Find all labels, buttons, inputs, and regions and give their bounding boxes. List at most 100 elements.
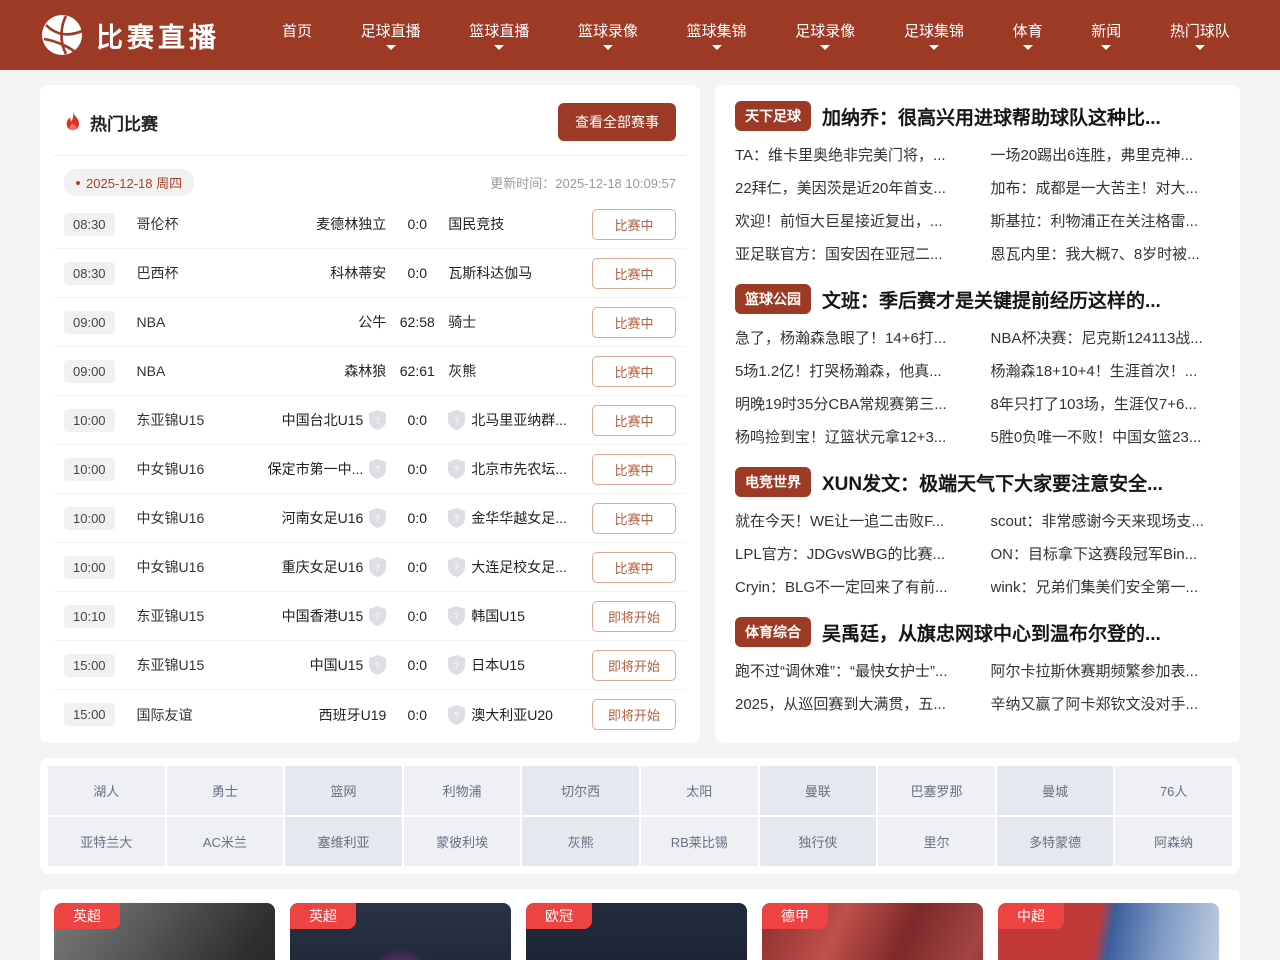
team-tag[interactable]: 利物浦 xyxy=(404,766,521,815)
news-link[interactable]: 2025，从巡回赛到大满贯，五... xyxy=(735,688,965,721)
team-tag[interactable]: 蒙彼利埃 xyxy=(404,817,521,866)
news-link[interactable]: 欢迎！前恒大巨星接近复出，... xyxy=(735,205,965,238)
date-badge[interactable]: 2025-12-18 周四 xyxy=(64,169,194,196)
nav-item[interactable]: 体育 xyxy=(1013,20,1043,50)
video-card[interactable]: 德甲 xyxy=(762,903,983,960)
video-card[interactable]: 英超 xyxy=(290,903,511,960)
news-category-badge[interactable]: 电竞世界 xyxy=(735,467,811,497)
match-status-button[interactable]: 比赛中 xyxy=(592,405,676,436)
news-link[interactable]: 8年只打了103场，生涯仅7+6... xyxy=(991,388,1221,421)
team-tag[interactable]: 巴塞罗那 xyxy=(878,766,995,815)
match-status-button[interactable]: 比赛中 xyxy=(592,454,676,485)
news-link[interactable]: Cryin：BLG不一定回来了有前... xyxy=(735,571,965,604)
match-row[interactable]: 10:10 东亚锦U15 中国香港U15 ? 0:0 ? 韩国U15 即将开始 xyxy=(54,592,686,641)
news-link[interactable]: 一场20踢出6连胜，弗里克神... xyxy=(991,139,1221,172)
match-row[interactable]: 15:00 国际友谊 西班牙U19 ? 0:0 ? 澳大利亚U20 即将开始 xyxy=(54,690,686,739)
away-team-name: 澳大利亚U20 xyxy=(471,705,553,725)
team-tag[interactable]: 里尔 xyxy=(878,817,995,866)
match-row[interactable]: 09:00 NBA 森林狼 ? 62:61 ? 灰熊 比赛中 xyxy=(54,347,686,396)
video-card[interactable]: 英超 xyxy=(54,903,275,960)
news-link[interactable]: 就在今天！WE让一追二击败F... xyxy=(735,505,965,538)
team-tag[interactable]: AC米兰 xyxy=(167,817,284,866)
home-team: 重庆女足U16 ? xyxy=(255,557,387,577)
match-row[interactable]: 09:00 NBA 公牛 ? 62:58 ? 骑士 比赛中 xyxy=(54,298,686,347)
nav-item[interactable]: 篮球录像 xyxy=(578,20,638,50)
news-link[interactable]: 辛纳又赢了阿卡郑钦文没对手... xyxy=(991,688,1221,721)
news-headline-link[interactable]: 吴禹廷，从旗忠网球中心到温布尔登的... xyxy=(822,619,1161,646)
nav-item[interactable]: 足球集锦 xyxy=(904,20,964,50)
match-row[interactable]: 10:00 中女锦U16 保定市第一中... ? 0:0 ? 北京市先农坛...… xyxy=(54,445,686,494)
team-tag[interactable]: 塞维利亚 xyxy=(285,817,402,866)
match-league: 东亚锦U15 xyxy=(137,410,255,430)
match-status-button[interactable]: 即将开始 xyxy=(592,699,676,730)
team-tag[interactable]: 亚特兰大 xyxy=(48,817,165,866)
nav-item[interactable]: 足球录像 xyxy=(795,20,855,50)
match-status-button[interactable]: 比赛中 xyxy=(592,356,676,387)
news-link[interactable]: 跑不过“调休难”：“最快女护士”... xyxy=(735,655,965,688)
news-link[interactable]: LPL官方：JDGvsWBG的比赛... xyxy=(735,538,965,571)
news-link[interactable]: wink：兄弟们集美们安全第一... xyxy=(991,571,1221,604)
match-row[interactable]: 10:00 东亚锦U15 中国台北U15 ? 0:0 ? 北马里亚纳群... 比… xyxy=(54,396,686,445)
news-headline-link[interactable]: 加纳乔：很高兴用进球帮助球队这种比... xyxy=(822,103,1161,130)
team-tag[interactable]: 独行侠 xyxy=(760,817,877,866)
team-tag[interactable]: 76人 xyxy=(1115,766,1232,815)
match-status-button[interactable]: 比赛中 xyxy=(592,258,676,289)
nav-item[interactable]: 篮球直播 xyxy=(469,20,529,50)
team-tag[interactable]: 阿森纳 xyxy=(1115,817,1232,866)
nav-item[interactable]: 新闻 xyxy=(1091,20,1121,50)
news-headline-link[interactable]: XUN发文：极端天气下大家要注意安全... xyxy=(822,469,1163,496)
match-status-button[interactable]: 比赛中 xyxy=(592,552,676,583)
news-link[interactable]: 加布：成都是一大苦主！对大... xyxy=(991,172,1221,205)
news-link[interactable]: 明晚19时35分CBA常规赛第三... xyxy=(735,388,965,421)
news-link[interactable]: 亚足联官方：国安因在亚冠二... xyxy=(735,238,965,271)
match-row[interactable]: 10:00 中女锦U16 重庆女足U16 ? 0:0 ? 大连足校女足... 比… xyxy=(54,543,686,592)
match-status-button[interactable]: 比赛中 xyxy=(592,503,676,534)
news-link[interactable]: 杨瀚森18+10+4！生涯首次！... xyxy=(991,355,1221,388)
team-tag[interactable]: 多特蒙德 xyxy=(997,817,1114,866)
nav-item[interactable]: 篮球集锦 xyxy=(687,20,747,50)
news-link[interactable]: scout：非常感谢今天来现场支... xyxy=(991,505,1221,538)
team-tag[interactable]: 曼城 xyxy=(997,766,1114,815)
news-headline-link[interactable]: 文班：季后赛才是关键提前经历这样的... xyxy=(822,286,1161,313)
match-row[interactable]: 10:00 中女锦U16 河南女足U16 ? 0:0 ? 金华华越女足... 比… xyxy=(54,494,686,543)
team-tag[interactable]: 灰熊 xyxy=(522,817,639,866)
news-category-badge[interactable]: 天下足球 xyxy=(735,101,811,131)
news-link[interactable]: 5胜0负唯一不败！中国女篮23... xyxy=(991,421,1221,454)
match-row[interactable]: 08:30 巴西杯 科林蒂安 ? 0:0 ? 瓦斯科达伽马 比赛中 xyxy=(54,249,686,298)
team-tag[interactable]: RB莱比锡 xyxy=(641,817,758,866)
team-tag[interactable]: 勇士 xyxy=(167,766,284,815)
news-category-badge[interactable]: 体育综合 xyxy=(735,617,811,647)
video-card[interactable]: 欧冠 xyxy=(526,903,747,960)
match-list: 08:30 哥伦杯 麦德林独立 ? 0:0 ? 国民竞技 比赛中 08:30 巴… xyxy=(54,200,686,739)
news-link[interactable]: 恩瓦内里：我大概7、8岁时被... xyxy=(991,238,1221,271)
team-tag[interactable]: 切尔西 xyxy=(522,766,639,815)
match-status-button[interactable]: 即将开始 xyxy=(592,601,676,632)
news-link[interactable]: ON：目标拿下这赛段冠军Bin... xyxy=(991,538,1221,571)
news-link[interactable]: 22拜仁，美因茨是近20年首支... xyxy=(735,172,965,205)
nav-item[interactable]: 首页 xyxy=(282,20,312,50)
news-link[interactable]: 杨鸣捡到宝！辽篮状元拿12+3... xyxy=(735,421,965,454)
news-category-badge[interactable]: 篮球公园 xyxy=(735,284,811,314)
news-link[interactable]: 斯基拉：利物浦正在关注格雷... xyxy=(991,205,1221,238)
team-tag[interactable]: 曼联 xyxy=(760,766,877,815)
news-link[interactable]: TA：维卡里奥绝非完美门将，... xyxy=(735,139,965,172)
nav-item-label: 篮球集锦 xyxy=(687,20,747,41)
news-link[interactable]: NBA杯决赛：尼克斯124113战... xyxy=(991,322,1221,355)
video-card[interactable]: 中超 xyxy=(998,903,1219,960)
team-tag[interactable]: 篮网 xyxy=(285,766,402,815)
match-status-button[interactable]: 比赛中 xyxy=(592,209,676,240)
match-status-button[interactable]: 比赛中 xyxy=(592,307,676,338)
nav-item-label: 体育 xyxy=(1013,20,1043,41)
news-link[interactable]: 5场1.2亿！打哭杨瀚森，他真... xyxy=(735,355,965,388)
news-link[interactable]: 急了，杨瀚森急眼了！14+6打... xyxy=(735,322,965,355)
view-all-matches-button[interactable]: 查看全部赛事 xyxy=(558,103,676,141)
chevron-down-icon xyxy=(386,45,396,50)
news-link[interactable]: 阿尔卡拉斯休赛期频繁参加表... xyxy=(991,655,1221,688)
match-status-button[interactable]: 即将开始 xyxy=(592,650,676,681)
match-row[interactable]: 15:00 东亚锦U15 中国U15 ? 0:0 ? 日本U15 即将开始 xyxy=(54,641,686,690)
team-tag[interactable]: 太阳 xyxy=(641,766,758,815)
nav-item[interactable]: 热门球队 xyxy=(1170,20,1230,50)
nav-item[interactable]: 足球直播 xyxy=(361,20,421,50)
match-row[interactable]: 08:30 哥伦杯 麦德林独立 ? 0:0 ? 国民竞技 比赛中 xyxy=(54,200,686,249)
team-tag[interactable]: 湖人 xyxy=(48,766,165,815)
